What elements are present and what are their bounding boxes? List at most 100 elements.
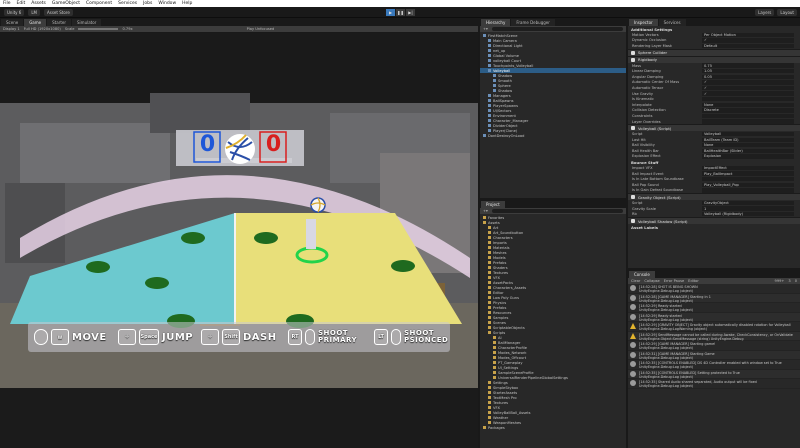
inspector-section-header[interactable]: Asset Labels [628, 224, 800, 230]
log-entry[interactable]: [14:52:35] [CONTROLS ENABLED] DS 4D Cont… [628, 360, 800, 370]
cloud-button[interactable]: LM [28, 8, 41, 16]
pad [254, 232, 278, 244]
log-entry[interactable]: [14:52:28] SHOT IS BEING SHOWN UnityEngin… [628, 284, 800, 294]
field-value[interactable] [702, 119, 794, 124]
field-value[interactable] [702, 113, 794, 119]
tab-services[interactable]: Services [658, 19, 686, 26]
console-clear-button[interactable]: Clear [631, 279, 640, 283]
log-entry[interactable]: [14:52:28] [GAME MANAGER] Starting in 1U… [628, 293, 800, 303]
field-value[interactable]: ImpactEffect [702, 165, 794, 171]
menu-item-help[interactable]: Help [182, 1, 192, 6]
hierarchy-row[interactable]: DontDestroyOnLoad [480, 133, 626, 138]
asset-store-label: Asset Store [47, 9, 70, 15]
log-entry[interactable]: [14:52:29] SendMessage cannot be called … [628, 331, 800, 341]
console-error-count[interactable]: 0 [795, 279, 797, 283]
field-value[interactable] [702, 96, 794, 102]
tab-console[interactable]: Console [629, 271, 655, 278]
add-icon[interactable]: +▾ [483, 209, 488, 213]
field-value[interactable]: Default [702, 43, 794, 49]
field-value[interactable]: Play_Volleyball_Pop [702, 182, 794, 188]
field-value[interactable]: ✓ [702, 91, 794, 96]
console-editor-button[interactable]: Editor [688, 279, 699, 283]
field-value[interactable]: Volleyball [702, 131, 794, 137]
field-label: Motion Vectors [632, 32, 659, 37]
menu-item-services[interactable]: Services [118, 1, 137, 6]
component-enabled-checkbox[interactable] [631, 195, 635, 200]
component-header[interactable]: Volleyball (Script) [628, 124, 800, 132]
tab-scene[interactable]: Scene [1, 19, 24, 26]
log-entry[interactable]: [14:52:29] Ready started UnityEngine.Debu… [628, 303, 800, 313]
component-header[interactable]: Volleyball Shadow (Script) [628, 217, 800, 225]
play-controls: ▶ ❚❚ ▶| [386, 8, 415, 16]
component-header[interactable]: Gravity Object (Script) [628, 193, 800, 201]
tab-project[interactable]: Project [481, 201, 505, 208]
asset-store-button[interactable]: Asset Store [44, 8, 73, 16]
console-error-pause-button[interactable]: Error Pause [664, 279, 684, 283]
log-entry[interactable]: [14:52:29] [GRAVITY OBJECT] Gravity obje… [628, 322, 800, 332]
field-value[interactable]: 0.75 [702, 63, 794, 68]
scale-slider[interactable] [78, 28, 119, 30]
log-entry[interactable]: [14:52:29] [GAME MANAGER] Starting game!… [628, 341, 800, 351]
log-entry[interactable]: [14:52:31] [GAME MANAGER] Starting Game U… [628, 350, 800, 360]
project-search-input[interactable] [491, 209, 623, 213]
log-entry[interactable]: [14:52:35] [CONTROLS ENABLED] Setting pr… [628, 369, 800, 379]
menu-item-component[interactable]: Component [86, 1, 112, 6]
tab-hierarchy[interactable]: Hierarchy [481, 19, 511, 26]
component-enabled-checkbox[interactable] [631, 57, 635, 62]
component-enabled-checkbox[interactable] [631, 126, 635, 131]
display-dropdown[interactable]: Display 1 [3, 27, 20, 31]
field-value[interactable]: ✓ [702, 80, 794, 85]
layout-dropdown[interactable]: Layout [777, 8, 797, 16]
console-info-count[interactable]: 999+ [775, 279, 785, 283]
menu-item-jobs[interactable]: Jobs [143, 1, 152, 6]
field-value[interactable]: ✓ [702, 38, 794, 43]
tab-game[interactable]: Game [24, 19, 47, 26]
pause-button[interactable]: ❚❚ [396, 8, 405, 16]
field-value[interactable]: None [702, 102, 794, 107]
inspector-field: Automatic Center Of Mass ✓ [628, 80, 800, 86]
step-button[interactable]: ▶| [406, 8, 415, 16]
menu-item-file[interactable]: File [3, 1, 11, 6]
component-header[interactable]: Rigidbody [628, 55, 800, 63]
field-value[interactable]: Per Object Motion [702, 32, 794, 37]
tab-simulator[interactable]: Simulator [72, 19, 102, 26]
field-value[interactable]: Discrete [702, 108, 794, 113]
field-value[interactable]: BallTeam (Team ID) [702, 137, 794, 142]
game-viewport[interactable]: 0 0 W MOVE ✛ Space JUMP ✛ Shift DASH RT [0, 33, 478, 448]
play-focused-dropdown[interactable]: Play Unfocused [247, 27, 275, 31]
component-header[interactable]: Sphere Collider [628, 48, 800, 56]
menu-item-assets[interactable]: Assets [31, 1, 46, 6]
field-value[interactable]: Explosion [702, 154, 794, 159]
field-value[interactable]: GravityObject [702, 200, 794, 206]
field-value[interactable]: Play_BallImpact [702, 171, 794, 176]
field-value[interactable]: ✓ [702, 85, 794, 91]
project-row[interactable]: Packages [480, 425, 626, 430]
field-value[interactable]: 1.05 [702, 68, 794, 74]
layers-dropdown[interactable]: Layers [755, 8, 775, 16]
field-value[interactable]: BallHealthBar (Slider) [702, 148, 794, 154]
account-button[interactable]: Unity 6 [4, 8, 25, 16]
field-value[interactable]: Volleyball (Rigidbody) [702, 212, 794, 217]
warning-icon [630, 332, 636, 339]
console-collapse-button[interactable]: Collapse [644, 279, 659, 283]
field-value[interactable]: 1 [702, 206, 794, 211]
add-icon[interactable]: +▾ [483, 27, 488, 31]
hierarchy-search-input[interactable] [491, 27, 623, 31]
field-value[interactable]: None [702, 143, 794, 148]
component-enabled-checkbox[interactable] [631, 50, 635, 55]
component-enabled-checkbox[interactable] [631, 219, 635, 224]
console-warning-count[interactable]: 3 [788, 279, 790, 283]
tab-inspector[interactable]: Inspector [629, 19, 658, 26]
resolution-dropdown[interactable]: Full HD (1920x1080) [24, 27, 61, 31]
field-value[interactable]: 0.05 [702, 74, 794, 79]
menu-item-edit[interactable]: Edit [17, 1, 26, 6]
menu-item-gameobject[interactable]: GameObject [52, 1, 80, 6]
tab-starter[interactable]: Starter [47, 19, 72, 26]
menu-item-window[interactable]: Window [158, 1, 176, 6]
field-value[interactable] [702, 188, 794, 193]
log-entry[interactable]: [14:52:29] Ready started UnityEngine.Debu… [628, 312, 800, 322]
play-button[interactable]: ▶ [386, 8, 395, 16]
log-entry[interactable]: [14:52:35] Shared Audio shared separated… [628, 379, 800, 389]
field-value[interactable] [702, 177, 794, 182]
tab-frame-debugger[interactable]: Frame Debugger [511, 19, 555, 26]
